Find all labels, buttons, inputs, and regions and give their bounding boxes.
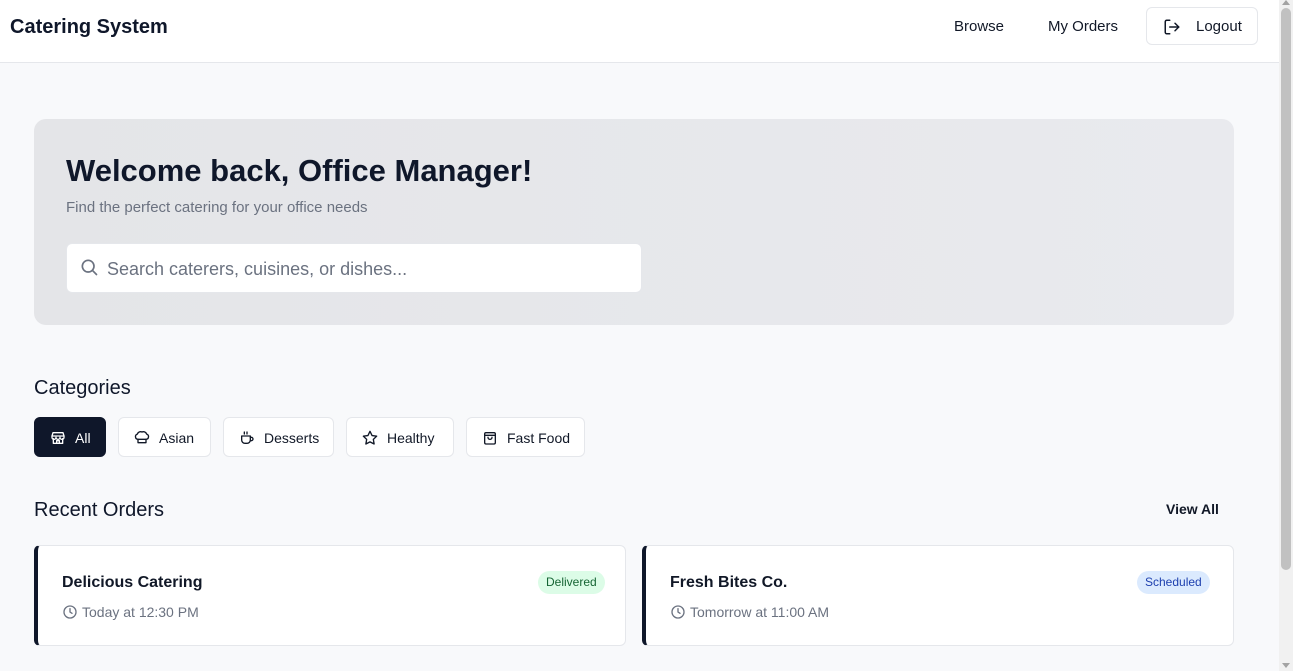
status-badge-delivered: Delivered — [538, 571, 605, 594]
recent-orders-heading: Recent Orders — [34, 499, 165, 521]
category-label: Healthy — [387, 430, 435, 446]
top-navbar: Catering System Browse My Orders Logout — [0, 0, 1279, 63]
app-title: Catering System — [10, 16, 168, 38]
order-card[interactable]: Fresh Bites Co. Scheduled Tomorrow at 11… — [642, 545, 1234, 646]
logout-button[interactable]: Logout — [1146, 7, 1258, 45]
welcome-title: Welcome back, Office Manager! — [66, 153, 533, 188]
scroll-up-arrow-icon[interactable] — [1282, 0, 1290, 5]
order-time: Tomorrow at 11:00 AM — [690, 604, 830, 620]
nav-browse-link[interactable]: Browse — [954, 18, 1004, 35]
view-all-orders-button[interactable]: View All — [1166, 501, 1219, 517]
coffee-cup-icon — [241, 431, 254, 444]
order-card[interactable]: Delicious Catering Delivered Today at 12… — [34, 545, 626, 646]
nav-my-orders-link[interactable]: My Orders — [1048, 18, 1118, 35]
star-icon — [362, 430, 378, 445]
status-badge-scheduled: Scheduled — [1137, 571, 1210, 594]
chef-hat-icon — [134, 431, 150, 444]
clock-icon — [671, 605, 685, 619]
clock-icon — [63, 605, 77, 619]
categories-heading: Categories — [34, 377, 131, 399]
page-scrollbar-thumb[interactable] — [1281, 8, 1291, 570]
welcome-subtitle: Find the perfect catering for your offic… — [66, 199, 368, 216]
logout-icon — [1164, 19, 1180, 35]
search-input[interactable]: Search caterers, cuisines, or dishes... — [66, 243, 642, 293]
category-label: Desserts — [264, 430, 320, 446]
scroll-down-arrow-icon[interactable] — [1282, 663, 1290, 668]
welcome-banner: Welcome back, Office Manager! Find the p… — [34, 119, 1234, 325]
search-icon — [81, 259, 98, 276]
logout-label: Logout — [1196, 18, 1242, 35]
category-label: All — [75, 430, 91, 446]
store-icon — [51, 432, 65, 444]
order-caterer-name: Fresh Bites Co. — [670, 574, 788, 591]
order-caterer-name: Delicious Catering — [62, 574, 203, 591]
category-chip-healthy[interactable]: Healthy — [346, 417, 454, 457]
shopping-bag-icon — [484, 432, 496, 445]
category-chip-all[interactable]: All — [34, 417, 106, 457]
category-label: Fast Food — [507, 430, 571, 446]
category-chip-fast-food[interactable]: Fast Food — [466, 417, 585, 457]
category-chip-desserts[interactable]: Desserts — [223, 417, 334, 457]
category-label: Asian — [159, 430, 195, 446]
order-time: Today at 12:30 PM — [82, 604, 199, 620]
search-placeholder: Search caterers, cuisines, or dishes... — [107, 259, 408, 279]
category-chip-asian[interactable]: Asian — [118, 417, 211, 457]
